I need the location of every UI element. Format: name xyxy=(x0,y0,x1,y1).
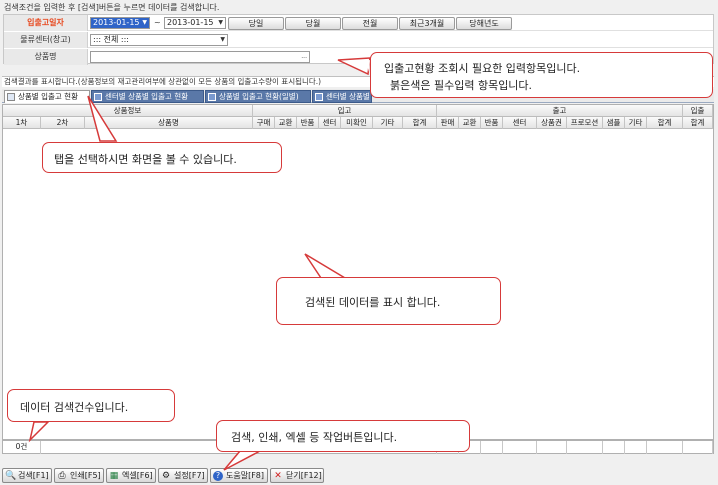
tooltip-text: 탭을 선택하시면 화면을 볼 수 있습니다. xyxy=(54,153,237,166)
tooltip-data: 검색된 데이터를 표시 합니다. xyxy=(276,277,501,325)
tooltip-text: 데이터 검색건수입니다. xyxy=(20,401,129,414)
tooltip-tabs: 탭을 선택하시면 화면을 볼 수 있습니다. xyxy=(42,142,282,173)
tooltip-text: 검색된 데이터를 표시 합니다. xyxy=(305,296,441,309)
tooltip-text: 입출고현황 조회시 필요한 입력항목입니다. xyxy=(384,62,581,75)
tooltip-buttons: 검색, 인쇄, 엑셀 등 작업버튼입니다. xyxy=(216,420,470,452)
tooltip-text: 검색, 인쇄, 엑셀 등 작업버튼입니다. xyxy=(231,431,398,444)
tooltip-count: 데이터 검색건수입니다. xyxy=(7,389,175,422)
tooltip-required-fields: 입출고현황 조회시 필요한 입력항목입니다. 붉은색은 필수입력 항목입니다. xyxy=(370,52,713,98)
tooltip-text: 붉은색은 필수입력 항목입니다. xyxy=(390,79,533,92)
